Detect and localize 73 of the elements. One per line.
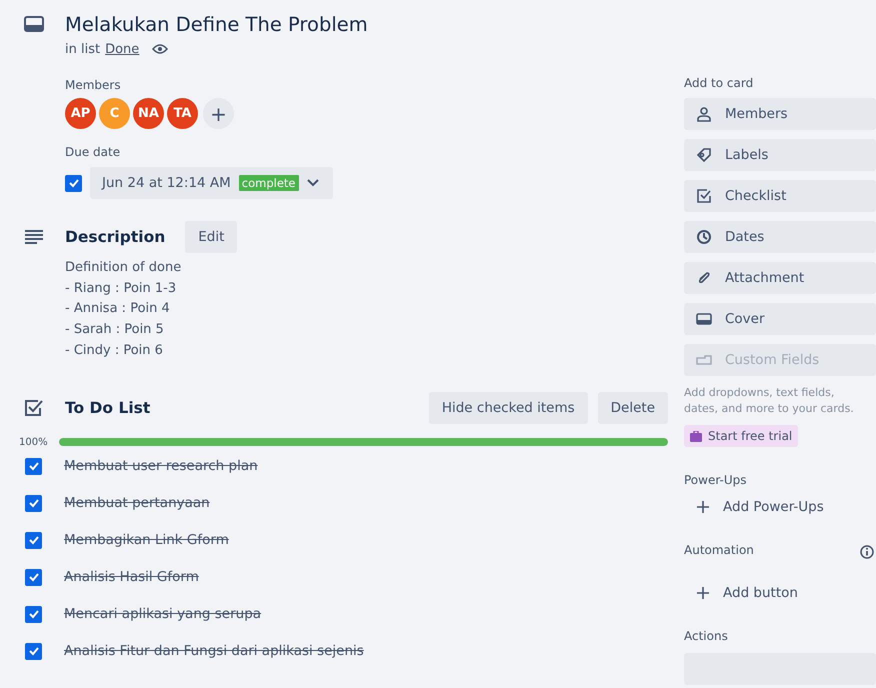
description-line: - Annisa : Poin 4 (65, 300, 171, 318)
description-title: Description (65, 228, 166, 246)
checkmark-icon (28, 498, 40, 508)
chevron-down-icon (306, 179, 319, 187)
checkmark-icon (28, 461, 40, 472)
item-checkbox[interactable] (25, 642, 42, 660)
checklist-item-text: Mencari aplikasi yang serupa (64, 606, 262, 622)
briefcase-icon (690, 430, 702, 442)
actions-label: Actions (684, 629, 729, 645)
checkmark-icon (68, 178, 80, 188)
member-avatar[interactable]: TA (167, 98, 198, 129)
clock-icon (696, 229, 712, 245)
plus-icon (696, 500, 710, 514)
delete-button[interactable]: Delete (598, 392, 668, 424)
checkmark-icon (28, 535, 40, 546)
list-label: in list (65, 42, 100, 56)
add-to-card-label: Add to card (684, 76, 754, 92)
checklist-item-text: Membuat user research plan (64, 458, 258, 474)
custom-fields-hint: Add dropdowns, text fields, dates, and more to your cards. (684, 385, 855, 417)
description-line: - Sarah : Poin 5 (65, 321, 165, 340)
checkmark-icon (28, 609, 40, 620)
members-label: Members (65, 78, 122, 94)
checklist-item-text: Membagikan Link Gform (64, 532, 229, 548)
card-title: Melakukan Define The Problem (65, 12, 368, 36)
member-avatar[interactable]: AP (65, 98, 96, 129)
member-avatar[interactable]: NA (133, 98, 164, 129)
checklist-item-text: Analisis Hasil Gform (64, 569, 199, 586)
progress-percent: 100% (19, 436, 49, 448)
checklist-icon (696, 188, 712, 204)
person-icon (696, 106, 712, 122)
due-date-value: Jun 24 at 12:14 AM (102, 175, 231, 191)
description-icon (24, 230, 44, 244)
item-checkbox[interactable] (25, 458, 42, 475)
item-checkbox[interactable] (25, 532, 42, 549)
sidebar-button[interactable]: Labels (684, 139, 876, 171)
power-ups-label: Power-Ups (684, 473, 748, 489)
eye-icon[interactable] (152, 43, 168, 55)
item-checkbox[interactable] (25, 606, 42, 623)
add-button-button[interactable]: Add button (684, 577, 810, 609)
checklist-title: To Do List (65, 398, 150, 417)
due-checkbox[interactable] (65, 174, 82, 192)
status-badge: complete (238, 175, 299, 191)
cover-icon (696, 311, 712, 327)
start-trial-button[interactable]: Start free trial (684, 425, 798, 447)
add-member-button[interactable]: + (203, 98, 234, 129)
folder-icon (696, 352, 712, 368)
list-link[interactable]: Done (105, 42, 140, 56)
paperclip-icon (696, 270, 712, 286)
item-checkbox[interactable] (25, 494, 42, 512)
hide-checked-button[interactable]: Hide checked items (428, 392, 588, 424)
description-line: - Cindy : Poin 6 (65, 342, 164, 360)
sidebar-button[interactable]: Attachment (684, 262, 876, 294)
sidebar-button[interactable]: Checklist (684, 180, 876, 212)
card-icon (24, 16, 44, 32)
checkmark-icon (28, 572, 40, 582)
automation-label: Automation (684, 543, 754, 559)
sidebar-button[interactable]: Dates (684, 221, 876, 253)
add-power-ups-button[interactable]: Add Power-Ups (684, 491, 836, 523)
due-date-label: Due date (65, 145, 122, 161)
description-line: - Riang : Poin 1-3 (65, 280, 178, 298)
sidebar-button[interactable]: Members (684, 98, 876, 130)
checklist-item-text: Membuat pertanyaan (64, 495, 210, 512)
item-checkbox[interactable] (25, 568, 42, 586)
due-date-button[interactable]: Jun 24 at 12:14 AM complete (90, 167, 333, 199)
plus-icon (696, 586, 710, 600)
edit-button[interactable]: Edit (185, 221, 238, 253)
checklist-item-text: Analisis Fitur dan Fungsi dari aplikasi sejenis (64, 643, 364, 660)
info-icon[interactable] (860, 545, 874, 559)
sidebar-button[interactable]: Cover (684, 303, 876, 335)
checklist-icon (24, 398, 44, 417)
tag-icon (696, 147, 712, 163)
description-line: Definition of done (65, 259, 182, 277)
checkmark-icon (28, 646, 40, 656)
